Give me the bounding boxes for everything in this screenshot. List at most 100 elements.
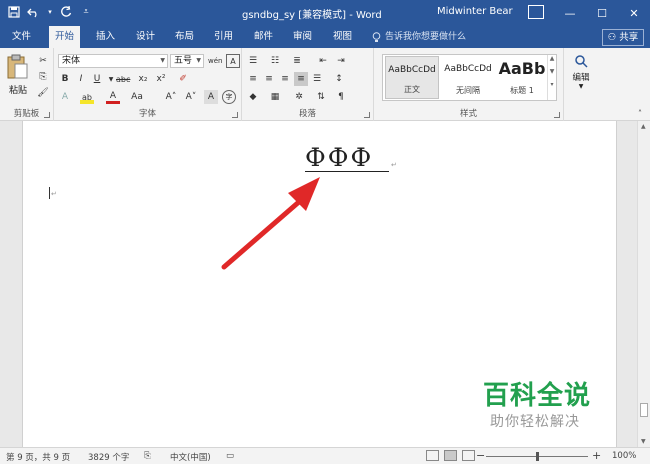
underline-button[interactable]: U [90, 72, 104, 86]
character-border-button[interactable]: A [226, 54, 240, 68]
editing-button[interactable]: 编辑 ▼ [568, 54, 594, 94]
share-label: 共享 [619, 32, 639, 43]
increase-indent-icon[interactable]: ⇥ [334, 54, 348, 68]
strikethrough-button[interactable]: abc [116, 72, 130, 86]
align-right-icon[interactable]: ≡ [278, 72, 292, 86]
justify-icon[interactable]: ≡ [294, 72, 308, 86]
line-spacing-icon[interactable]: ↕ [332, 72, 346, 86]
show-marks-icon[interactable]: ¶ [334, 90, 348, 104]
italic-button[interactable]: I [74, 72, 88, 86]
tab-view[interactable]: 视图 [327, 26, 358, 48]
tab-review[interactable]: 审阅 [287, 26, 318, 48]
font-color-button[interactable]: A [106, 90, 120, 104]
character-shading-button[interactable]: A [204, 90, 218, 104]
clipboard-launcher-icon[interactable] [44, 112, 50, 118]
redo-icon[interactable] [58, 4, 74, 20]
distributed-icon[interactable]: ☰ [310, 72, 324, 86]
tab-file[interactable]: 文件 [6, 26, 37, 48]
tell-me-box[interactable]: 告诉我你想要做什么 [372, 26, 466, 48]
zoom-out-button[interactable]: − [476, 449, 485, 462]
more-styles-icon[interactable]: ▾ [548, 81, 556, 88]
paragraph-group-label: 段落 [298, 109, 316, 119]
chevron-down-icon[interactable]: ▼ [548, 68, 556, 75]
page-count[interactable]: 第 9 页，共 9 页 [6, 451, 70, 463]
sort-icon[interactable]: ⇅ [314, 90, 328, 104]
clear-formatting-icon[interactable]: ✐ [176, 72, 190, 86]
tab-design[interactable]: 设计 [130, 26, 161, 48]
close-button[interactable]: ✕ [618, 0, 650, 26]
proofing-icon[interactable]: ⎘ [144, 451, 151, 461]
clipboard-group: 粘贴 ✂ ⎘ 🖌 剪贴板 [0, 48, 54, 121]
bold-button[interactable]: B [58, 72, 72, 86]
lightbulb-icon [372, 31, 381, 42]
chevron-up-icon[interactable]: ▲ [641, 123, 646, 130]
numbering-icon[interactable]: ☷ [268, 54, 282, 68]
font-size-value: 五号 [174, 56, 193, 66]
shrink-font-button[interactable]: A˅ [184, 90, 198, 104]
maximize-button[interactable]: ☐ [586, 0, 618, 26]
align-center-icon[interactable]: ≡ [262, 72, 276, 86]
styles-launcher-icon[interactable] [554, 112, 560, 118]
shading-icon[interactable]: ◆ [246, 90, 260, 104]
style-preview: AaBbCcDd [388, 65, 436, 75]
share-button[interactable]: ⚇ 共享 [602, 29, 644, 46]
tab-insert[interactable]: 插入 [90, 26, 121, 48]
change-case-button[interactable]: Aa [130, 90, 144, 104]
multilevel-list-icon[interactable]: ≣ [290, 54, 304, 68]
tab-references[interactable]: 引用 [208, 26, 239, 48]
styles-group-label: 样式 [459, 109, 477, 119]
chevron-down-icon: ▼ [578, 83, 584, 90]
macro-icon[interactable]: ▭ [226, 451, 234, 461]
borders-icon[interactable]: ▦ [268, 90, 282, 104]
vertical-scrollbar[interactable]: ▲ ▼ [637, 121, 650, 447]
web-layout-icon[interactable] [462, 450, 475, 461]
chinese-layout-icon[interactable]: ✲ [292, 90, 306, 104]
decrease-indent-icon[interactable]: ⇤ [316, 54, 330, 68]
align-left-icon[interactable]: ≡ [246, 72, 260, 86]
chevron-down-icon[interactable]: ▼ [641, 438, 646, 445]
highlight-button[interactable]: ab [80, 90, 94, 104]
style-normal[interactable]: AaBbCcDd 正文 [385, 56, 439, 99]
zoom-in-button[interactable]: + [592, 449, 601, 462]
title-bar: ▾ ⩡ gsndbg_sy [兼容模式] - Word Midwinter Be… [0, 0, 650, 26]
format-painter-icon[interactable]: 🖌 [36, 86, 50, 100]
superscript-button[interactable]: x² [154, 72, 168, 86]
ribbon-display-options-icon[interactable] [528, 5, 544, 19]
chevron-down-icon[interactable]: ▾ [46, 4, 54, 20]
copy-icon[interactable]: ⎘ [36, 70, 50, 84]
status-bar: 第 9 页，共 9 页 3829 个字 ⎘ 中文(中国) ▭ − + 100% [0, 447, 650, 464]
bullets-icon[interactable]: ☰ [246, 54, 260, 68]
subscript-button[interactable]: x₂ [136, 72, 150, 86]
font-name-combo[interactable]: 宋体 ▼ [58, 54, 168, 68]
tab-home[interactable]: 开始 [49, 26, 81, 48]
undo-icon[interactable] [26, 4, 42, 20]
chevron-up-icon[interactable]: ▲ [548, 55, 556, 62]
zoom-level[interactable]: 100% [612, 451, 636, 461]
user-name[interactable]: Midwinter Bear [437, 6, 513, 17]
customize-qat-icon[interactable]: ⩡ [78, 4, 94, 20]
collapse-ribbon-icon[interactable]: ˄ [633, 106, 647, 120]
save-icon[interactable] [6, 4, 22, 20]
zoom-slider-thumb[interactable] [536, 452, 539, 461]
cut-icon[interactable]: ✂ [36, 54, 50, 68]
font-size-combo[interactable]: 五号 ▼ [170, 54, 204, 68]
paragraph-launcher-icon[interactable] [364, 112, 370, 118]
style-heading-1[interactable]: AaBb 标题 1 [495, 56, 549, 99]
language[interactable]: 中文(中国) [170, 451, 211, 463]
paste-label: 粘贴 [8, 86, 27, 96]
tab-mailings[interactable]: 邮件 [248, 26, 279, 48]
grow-font-button[interactable]: A˄ [164, 90, 178, 104]
font-launcher-icon[interactable] [232, 112, 238, 118]
read-mode-icon[interactable] [426, 450, 439, 461]
scrollbar-thumb[interactable] [640, 403, 648, 417]
enclose-characters-button[interactable]: 字 [222, 90, 236, 104]
style-no-spacing[interactable]: AaBbCcDd 无间隔 [441, 56, 495, 99]
print-layout-icon[interactable] [444, 450, 457, 461]
tab-layout[interactable]: 布局 [169, 26, 200, 48]
text-effects-button[interactable]: A [58, 90, 72, 104]
minimize-button[interactable]: — [554, 0, 586, 26]
word-count[interactable]: 3829 个字 [88, 451, 129, 463]
paste-button[interactable]: 粘贴 [6, 54, 30, 98]
gallery-scroll[interactable]: ▲ ▼ ▾ [547, 55, 556, 100]
phonetic-guide-button[interactable]: wén [208, 54, 222, 68]
